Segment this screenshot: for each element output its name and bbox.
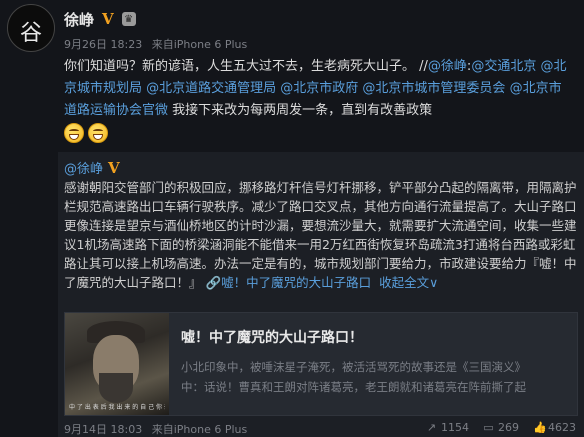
comment-icon: ▭ (483, 421, 494, 434)
thumb-subtitle: 中 了 出 表 后 我 出 来 的 自 己 你 去 吧 (69, 404, 165, 411)
share-button[interactable]: ↗ 1154 (426, 421, 469, 434)
mention-self[interactable]: @徐峥 (428, 59, 467, 74)
repost-meta: 9月14日 18:03 来自iPhone 6 Plus (64, 421, 247, 437)
verified-v-icon[interactable]: V (108, 159, 120, 177)
mention-chengguan[interactable]: @北京市城市管理委员会 (358, 81, 505, 96)
post-source[interactable]: iPhone 6 Plus (174, 38, 248, 51)
author-row: 徐峥 V ♛ (64, 8, 136, 30)
collapse-button[interactable]: 收起全文 (379, 275, 429, 290)
repost-link[interactable]: 嘘！中了魔咒的大山子路口 (221, 275, 371, 290)
share-count: 1154 (441, 421, 469, 434)
verified-v-icon[interactable]: V (102, 10, 114, 28)
share-icon: ↗ (426, 421, 437, 434)
mention-daolu[interactable]: @北京道路交通管理局 (142, 81, 276, 96)
repost-footer: 9月14日 18:03 来自iPhone 6 Plus ↗ 1154 ▭ 269… (64, 421, 578, 437)
repost-source-prefix: 来自 (151, 423, 174, 436)
emoji-row (64, 123, 108, 143)
avatar-glyph: 谷 (19, 21, 42, 46)
card-desc-line-2: 中：话说！曹真和王朗对阵诸葛亮，老王朗就和诸葛亮在阵前撕了起 (181, 380, 526, 394)
repost-source[interactable]: iPhone 6 Plus (174, 423, 248, 436)
like-count: 4623 (548, 421, 576, 434)
thumbs-up-icon: 👍 (533, 421, 547, 434)
card-desc-line-1: 小北印象中，被唾沫星子淹死，被活活骂死的故事还是《三国演义》 (181, 360, 526, 374)
grin-emoji-icon (64, 123, 84, 143)
action-bar: ↗ 1154 ▭ 269 👍 4623 (426, 421, 576, 434)
post-lead: 你们知道吗？新的谚语，人生五大过不去，生老病死大山子。 // (64, 59, 428, 74)
grin-emoji-icon (88, 123, 108, 143)
crown-icon[interactable]: ♛ (121, 12, 136, 26)
collapse-arrow-icon[interactable]: ∨ (429, 275, 438, 290)
comment-button[interactable]: ▭ 269 (483, 421, 519, 434)
mention-zhengfu[interactable]: @北京市政府 (276, 81, 358, 96)
link-card[interactable]: 中 了 出 表 后 我 出 来 的 自 己 你 去 吧 嘘！中了魔咒的大山子路口… (64, 312, 578, 416)
post-text: 你们知道吗？新的谚语，人生五大过不去，生老病死大山子。 //@徐峥:@交通北京 … (64, 56, 568, 122)
repost-box: @徐峥 V 感谢朝阳交管部门的积极回应，挪移路灯杆信号灯杆挪移，铲平部分凸起的隔… (58, 152, 584, 437)
repost-author-row: @徐峥 V (64, 158, 120, 178)
author-name[interactable]: 徐峥 (64, 9, 94, 30)
repost-author-name[interactable]: @徐峥 (64, 158, 103, 177)
repost-text: 感谢朝阳交管部门的积极回应，挪移路灯杆信号灯杆挪移，铲平部分凸起的隔离带，用隔离… (64, 178, 578, 292)
repost-body: 感谢朝阳交管部门的积极回应，挪移路灯杆信号灯杆挪移，铲平部分凸起的隔离带，用隔离… (64, 180, 577, 290)
post-date[interactable]: 9月26日 18:23 (64, 38, 142, 51)
avatar[interactable]: 谷 (7, 4, 55, 52)
post-tail: 我接下来改为每两周发一条，直到有改善政策 (168, 103, 433, 118)
mention-jiaotong[interactable]: @交通北京 (471, 59, 536, 74)
comment-count: 269 (498, 421, 519, 434)
card-thumbnail: 中 了 出 表 后 我 出 来 的 自 己 你 去 吧 (65, 313, 169, 415)
card-description: 小北印象中，被唾沫星子淹死，被活活骂死的故事还是《三国演义》 中：话说！曹真和王… (181, 357, 571, 397)
like-button[interactable]: 👍 4623 (533, 421, 576, 434)
repost-date[interactable]: 9月14日 18:03 (64, 423, 142, 436)
post-source-prefix: 来自 (151, 38, 174, 51)
post-meta: 9月26日 18:23 来自iPhone 6 Plus (64, 36, 253, 52)
card-title[interactable]: 嘘！中了魔咒的大山子路口！ (181, 327, 363, 347)
link-icon[interactable]: 🔗 (206, 275, 222, 290)
